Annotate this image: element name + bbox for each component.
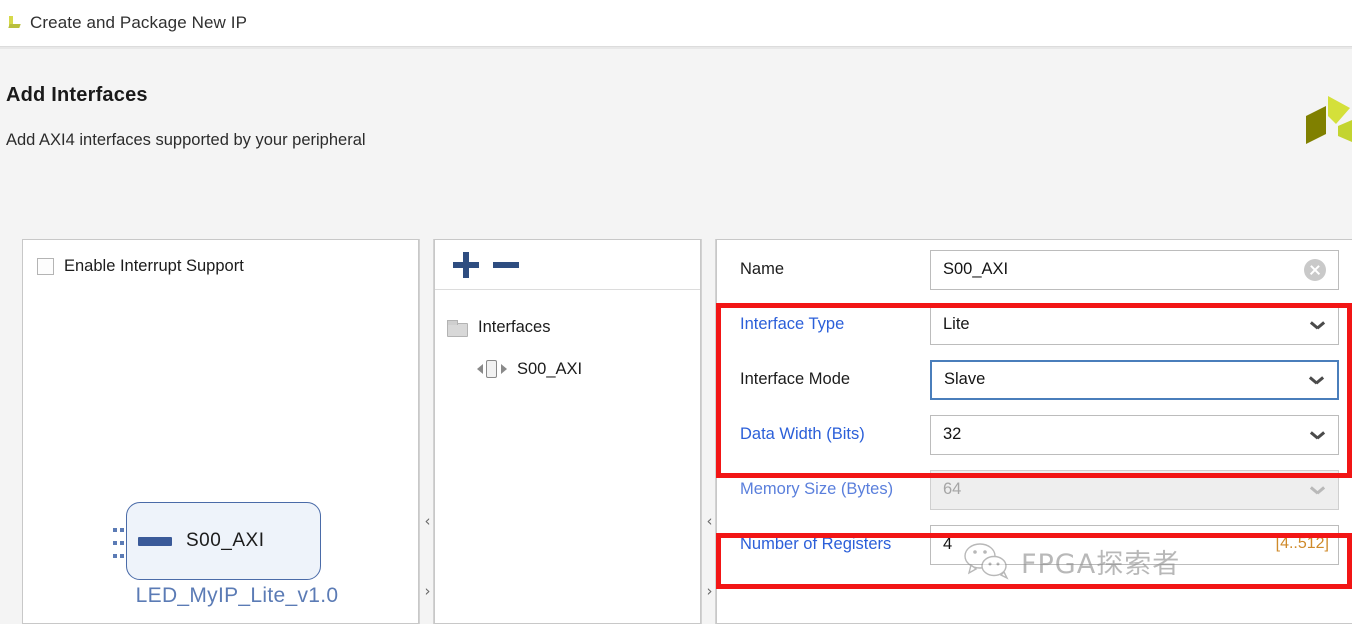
ip-block-body[interactable]: S00_AXI xyxy=(126,502,321,580)
interface-properties-panel: Name S00_AXI Interface Type Lite Interfa… xyxy=(716,239,1352,624)
memory-size-dropdown: 64 xyxy=(930,469,1339,510)
enable-interrupt-support-label: Enable Interrupt Support xyxy=(64,257,244,275)
interface-type-value: Lite xyxy=(943,315,970,333)
panel-row: Enable Interrupt Support S00_AXI LED_MyI… xyxy=(0,239,1352,624)
property-row-number-of-registers: Number of Registers 4 [4..512] xyxy=(718,517,1352,572)
remove-interface-button[interactable] xyxy=(489,248,523,282)
name-label: Name xyxy=(740,260,785,278)
folder-icon xyxy=(447,320,468,337)
chevron-down-icon[interactable] xyxy=(1310,376,1323,384)
interface-icon xyxy=(477,359,507,379)
interface-mode-label: Interface Mode xyxy=(740,370,851,388)
property-row-data-width: Data Width (Bits) 32 xyxy=(718,407,1352,462)
tree-toolbar xyxy=(435,240,700,290)
clear-name-icon[interactable] xyxy=(1304,258,1326,281)
ip-block-diagram[interactable]: S00_AXI LED_MyIP_Lite_v1.0 xyxy=(113,502,363,620)
property-row-interface-type: Interface Type Lite xyxy=(718,297,1352,352)
checkbox-box[interactable] xyxy=(37,258,54,275)
page-subtitle: Add AXI4 interfaces supported by your pe… xyxy=(6,131,366,149)
splitter-right[interactable]: ‹ › xyxy=(701,239,716,624)
ip-block-caption: LED_MyIP_Lite_v1.0 xyxy=(135,584,339,607)
interface-type-label: Interface Type xyxy=(740,315,845,333)
splitter-collapse-up-icon[interactable]: ‹ xyxy=(420,514,435,529)
memory-size-label: Memory Size (Bytes) xyxy=(740,480,894,498)
window-title-bar: Create and Package New IP xyxy=(0,0,1352,46)
enable-interrupt-support-checkbox[interactable]: Enable Interrupt Support xyxy=(37,257,244,276)
tree-node-interfaces-label: Interfaces xyxy=(478,318,551,336)
splitter-collapse-up-icon-2[interactable]: ‹ xyxy=(702,514,717,529)
xilinx-logo xyxy=(1306,96,1352,144)
interfaces-tree-panel: Interfaces S00_AXI xyxy=(434,239,701,624)
property-row-interface-mode: Interface Mode Slave xyxy=(718,352,1352,407)
tree-node-s00-axi-label: S00_AXI xyxy=(517,359,583,378)
page-title: Add Interfaces xyxy=(6,84,148,106)
name-input[interactable]: S00_AXI xyxy=(930,249,1339,290)
property-row-name: Name S00_AXI xyxy=(718,242,1352,297)
data-width-dropdown[interactable]: 32 xyxy=(930,414,1339,455)
data-width-value: 32 xyxy=(943,425,962,443)
ip-block-drag-handle-icon[interactable] xyxy=(113,528,126,562)
window-title: Create and Package New IP xyxy=(30,13,248,32)
add-interface-button[interactable] xyxy=(449,248,483,282)
splitter-left[interactable]: ‹ › xyxy=(419,239,434,624)
data-width-label: Data Width (Bits) xyxy=(740,425,865,443)
splitter-collapse-down-icon-2[interactable]: › xyxy=(702,584,717,599)
property-row-memory-size: Memory Size (Bytes) 64 xyxy=(718,462,1352,517)
interface-mode-value: Slave xyxy=(944,370,986,388)
name-value: S00_AXI xyxy=(943,260,1009,278)
wizard-page: Add Interfaces Add AXI4 interfaces suppo… xyxy=(0,49,1352,624)
chevron-down-icon[interactable] xyxy=(1311,321,1324,329)
vivado-wizard-icon xyxy=(6,14,24,32)
memory-size-value: 64 xyxy=(943,480,962,498)
ip-block-port-label: S00_AXI xyxy=(186,530,265,551)
splitter-collapse-down-icon[interactable]: › xyxy=(420,584,435,599)
interface-type-dropdown[interactable]: Lite xyxy=(930,304,1339,345)
ip-preview-panel: Enable Interrupt Support S00_AXI LED_MyI… xyxy=(22,239,419,624)
number-of-registers-range-hint: [4..512] xyxy=(1275,534,1329,552)
tree-node-s00-axi[interactable]: S00_AXI xyxy=(477,359,582,379)
tree-node-interfaces[interactable]: Interfaces xyxy=(447,318,550,337)
axi-port-icon xyxy=(138,536,172,546)
number-of-registers-label: Number of Registers xyxy=(740,535,892,553)
chevron-down-icon xyxy=(1311,486,1324,494)
number-of-registers-input[interactable]: 4 [4..512] xyxy=(930,524,1339,565)
number-of-registers-value: 4 xyxy=(943,535,953,553)
interface-mode-dropdown[interactable]: Slave xyxy=(930,359,1339,400)
chevron-down-icon[interactable] xyxy=(1311,431,1324,439)
